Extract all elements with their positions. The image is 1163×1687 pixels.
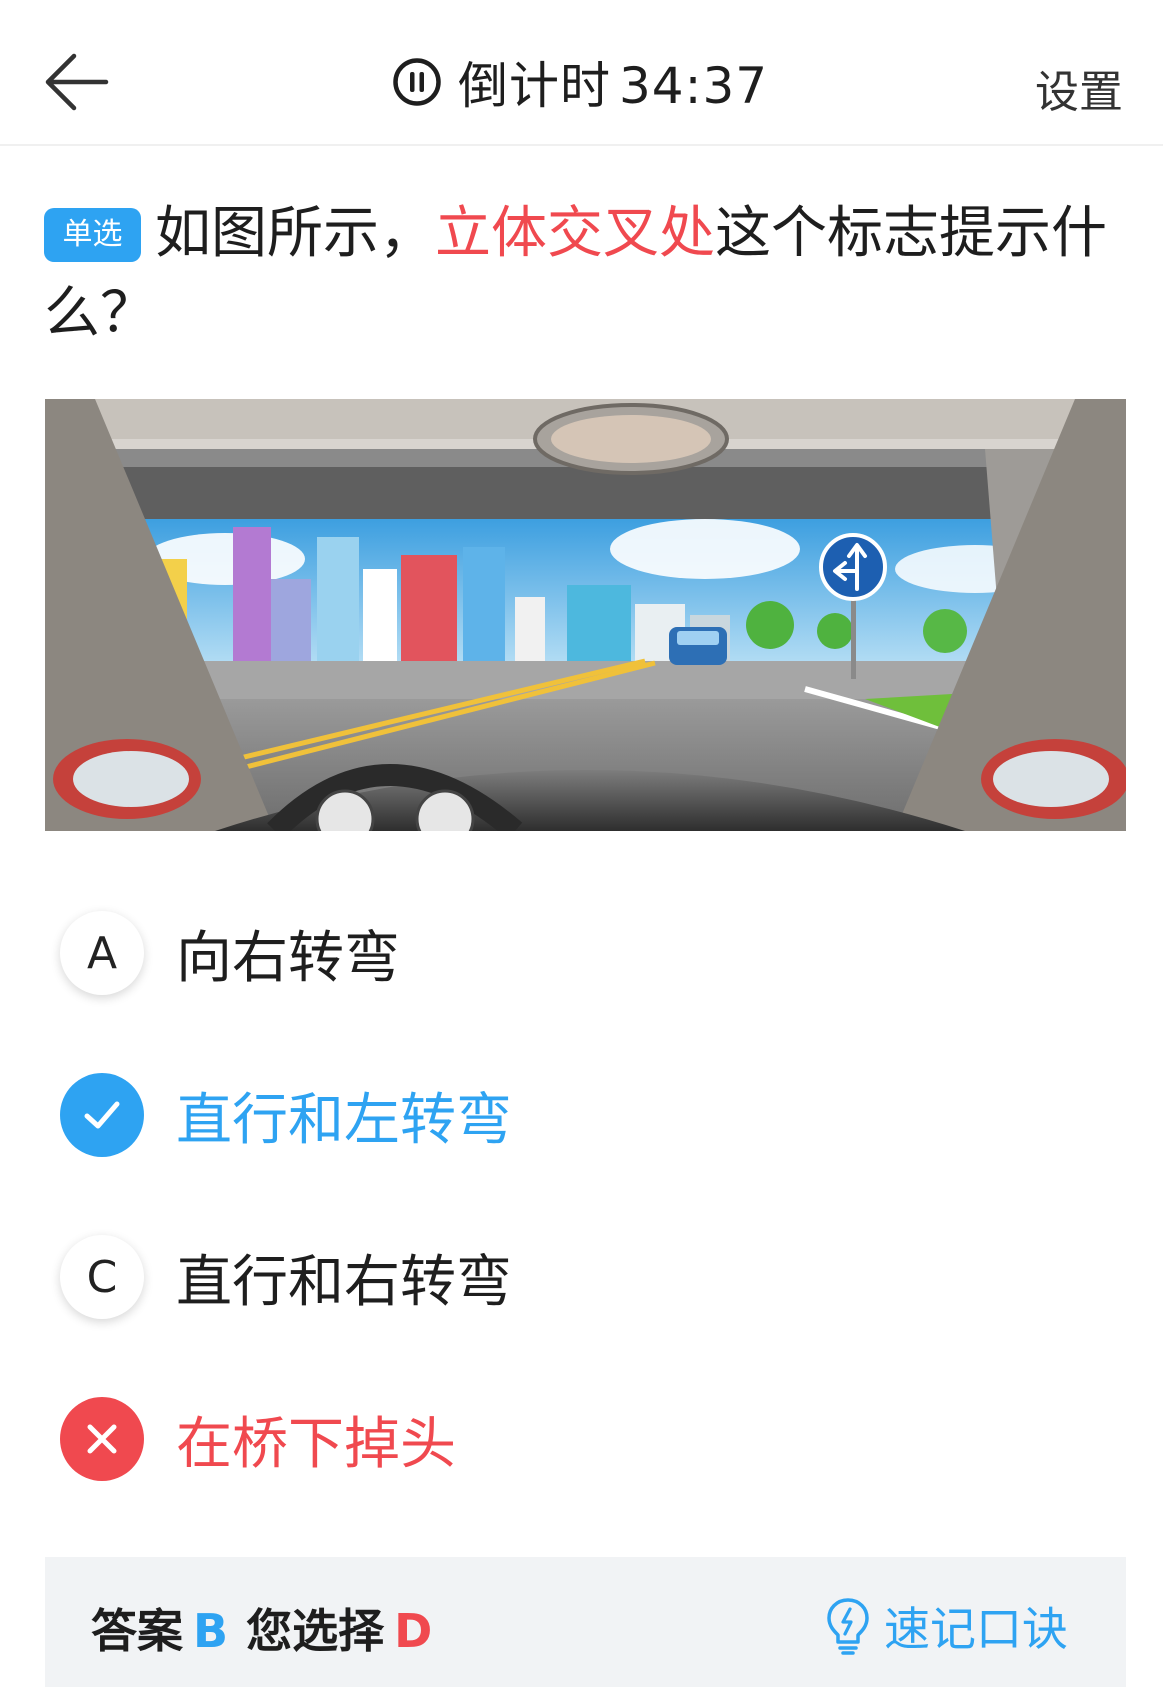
answer-label: 答案 (91, 1604, 183, 1658)
lightbulb-icon (827, 1598, 869, 1655)
chosen-value: D (394, 1604, 433, 1658)
answer-bar: 答案 B 您选择 D 速记口诀 (45, 1557, 1126, 1687)
cross-icon (87, 1424, 117, 1454)
top-bar: 倒计时 34:37 设置 (0, 0, 1163, 146)
option-a-text: 向右转弯 (176, 925, 400, 991)
option-c-letter: C (60, 1235, 144, 1319)
chosen-label: 您选择 (246, 1604, 385, 1658)
countdown-timer[interactable]: 倒计时 34:37 (392, 50, 768, 115)
option-d-text: 在桥下掉头 (176, 1411, 456, 1477)
back-button[interactable] (44, 52, 110, 112)
option-d-status (60, 1397, 144, 1481)
question-highlight: 立体交叉处 (435, 201, 715, 266)
option-b-text: 直行和左转弯 (176, 1087, 512, 1153)
answer-value: B (193, 1604, 229, 1658)
timer-text: 倒计时 34:37 (458, 46, 768, 118)
question-text: 单选 如图所示，立体交叉处这个标志提示什么？ (44, 194, 1119, 354)
back-arrow-icon (45, 53, 109, 111)
option-a[interactable]: A 向右转弯 (60, 911, 400, 995)
question-text-before: 如图所示， (155, 201, 435, 266)
option-a-letter: A (60, 911, 144, 995)
option-c-text: 直行和右转弯 (176, 1249, 512, 1315)
option-b[interactable]: 直行和左转弯 (60, 1073, 512, 1157)
settings-button[interactable]: 设置 (1035, 56, 1123, 120)
timer-label: 倒计时 (458, 57, 611, 115)
pause-icon[interactable] (392, 57, 442, 107)
quick-tip-button[interactable]: 速记口诀 (824, 1593, 1068, 1659)
quick-tip-label: 速记口诀 (884, 1602, 1068, 1656)
question-type-badge: 单选 (44, 208, 141, 262)
option-c[interactable]: C 直行和右转弯 (60, 1235, 512, 1319)
option-b-status (60, 1073, 144, 1157)
check-icon (84, 1101, 120, 1129)
option-d[interactable]: 在桥下掉头 (60, 1397, 456, 1481)
timer-value: 34:37 (619, 57, 769, 115)
question-image (45, 399, 1126, 831)
answer-summary: 答案 B 您选择 D (91, 1595, 432, 1661)
